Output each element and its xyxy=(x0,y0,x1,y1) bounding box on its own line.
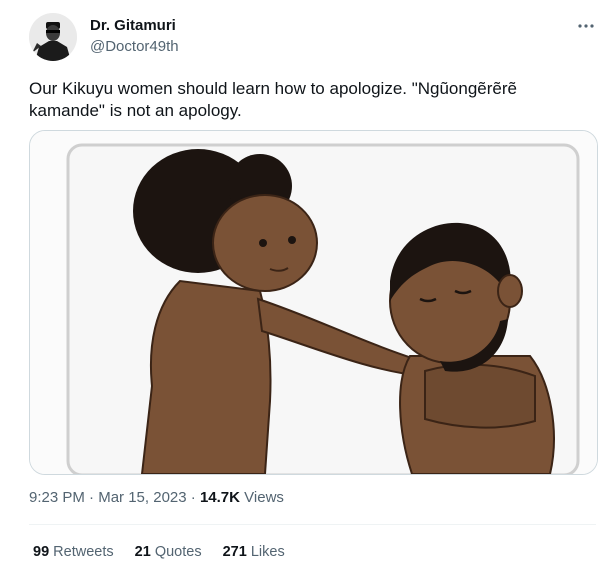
tweet-text-line: Our Kikuyu women should learn how to apo… xyxy=(29,79,517,98)
engagement-stats: 99 Retweets 21 Quotes 271 Likes xyxy=(33,542,302,562)
likes-stat[interactable]: 271 Likes xyxy=(223,542,285,562)
author-name[interactable]: Dr. Gitamuri xyxy=(90,17,176,35)
quotes-count: 21 xyxy=(134,544,151,560)
tweet-text-line: kamande" is not an apology. xyxy=(29,101,242,120)
more-horizontal-icon xyxy=(578,24,594,28)
retweets-label: Retweets xyxy=(53,544,114,560)
views-label: Views xyxy=(244,489,284,506)
likes-count: 271 xyxy=(222,544,247,560)
quotes-stat[interactable]: 21 Quotes xyxy=(135,542,202,562)
author-handle[interactable]: @Doctor49th xyxy=(90,38,179,56)
meta-separator: · xyxy=(190,489,196,506)
more-options-button[interactable] xyxy=(572,12,600,40)
meta-separator: · xyxy=(89,489,95,506)
tweet-time[interactable]: 9:23 PM xyxy=(29,489,85,506)
tweet-text: Our Kikuyu women should learn how to apo… xyxy=(29,78,589,122)
tweet-date[interactable]: Mar 15, 2023 xyxy=(98,489,186,506)
views-count: 14.7K xyxy=(199,489,240,506)
cartoon-illustration xyxy=(30,131,597,474)
retweets-count: 99 xyxy=(33,544,50,560)
likes-label: Likes xyxy=(250,544,285,560)
tweet-card: Dr. Gitamuri @Doctor49th Our Kikuyu wome… xyxy=(0,0,616,566)
tweet-meta: 9:23 PM · Mar 15, 2023 · 14.7K Views xyxy=(29,488,284,508)
tweet-media-image[interactable] xyxy=(29,130,598,475)
divider xyxy=(29,524,596,525)
quotes-label: Quotes xyxy=(154,544,202,560)
avatar[interactable] xyxy=(29,13,77,61)
retweets-stat[interactable]: 99 Retweets xyxy=(33,542,114,562)
